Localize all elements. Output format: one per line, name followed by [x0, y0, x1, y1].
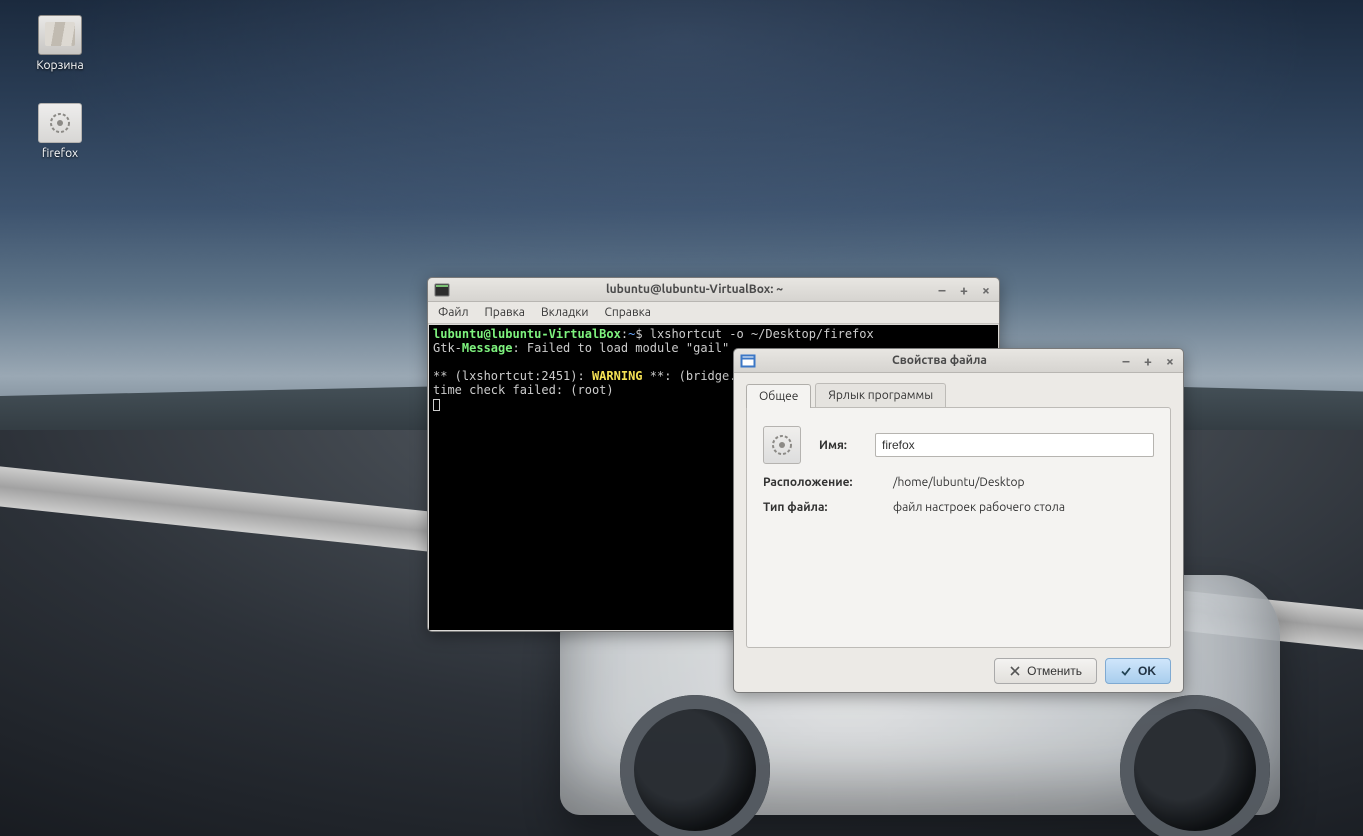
terminal-cursor [433, 399, 440, 411]
close-button[interactable]: × [979, 282, 993, 298]
name-label: Имя: [819, 439, 875, 452]
menu-file[interactable]: Файл [438, 306, 469, 319]
file-icon[interactable] [763, 426, 801, 464]
close-button[interactable]: × [1163, 353, 1177, 369]
terminal-titlebar[interactable]: lubuntu@lubuntu-VirtualBox: ~ – + × [428, 278, 999, 302]
menu-tabs[interactable]: Вкладки [541, 306, 589, 319]
minimize-button[interactable]: – [935, 282, 949, 298]
tab-launcher[interactable]: Ярлык программы [815, 383, 946, 407]
tab-general[interactable]: Общее [746, 384, 811, 408]
menu-edit[interactable]: Правка [485, 306, 525, 319]
terminal-menubar: Файл Правка Вкладки Справка [428, 302, 999, 324]
terminal-title: lubuntu@lubuntu-VirtualBox: ~ [454, 283, 935, 296]
props-panel: Имя: Расположение: /home/lubuntu/Desktop… [746, 407, 1171, 648]
desktop-icon-label: Корзина [20, 59, 100, 72]
gear-icon [38, 103, 82, 143]
window-icon [740, 353, 756, 369]
close-icon [1009, 665, 1021, 677]
tab-strip: Общее Ярлык программы [746, 383, 1171, 407]
cancel-button[interactable]: Отменить [994, 658, 1097, 684]
location-value: /home/lubuntu/Desktop [893, 476, 1154, 489]
props-titlebar[interactable]: Свойства файла – + × [734, 349, 1183, 373]
name-input[interactable] [875, 433, 1154, 457]
terminal-icon [434, 282, 450, 298]
check-icon [1120, 665, 1132, 677]
file-properties-dialog[interactable]: Свойства файла – + × Общее Ярлык програм… [733, 348, 1184, 693]
trash-icon [38, 15, 82, 55]
type-label: Тип файла: [763, 501, 893, 514]
type-value: файл настроек рабочего стола [893, 501, 1154, 514]
maximize-button[interactable]: + [957, 282, 971, 298]
desktop-icon-firefox[interactable]: firefox [20, 103, 100, 160]
desktop-icon-label: firefox [20, 147, 100, 160]
maximize-button[interactable]: + [1141, 353, 1155, 369]
gear-icon [770, 433, 794, 457]
desktop-icon-trash[interactable]: Корзина [20, 15, 100, 72]
location-label: Расположение: [763, 476, 893, 489]
ok-button[interactable]: OK [1105, 658, 1171, 684]
menu-help[interactable]: Справка [605, 306, 651, 319]
props-title: Свойства файла [760, 354, 1119, 367]
minimize-button[interactable]: – [1119, 353, 1133, 369]
